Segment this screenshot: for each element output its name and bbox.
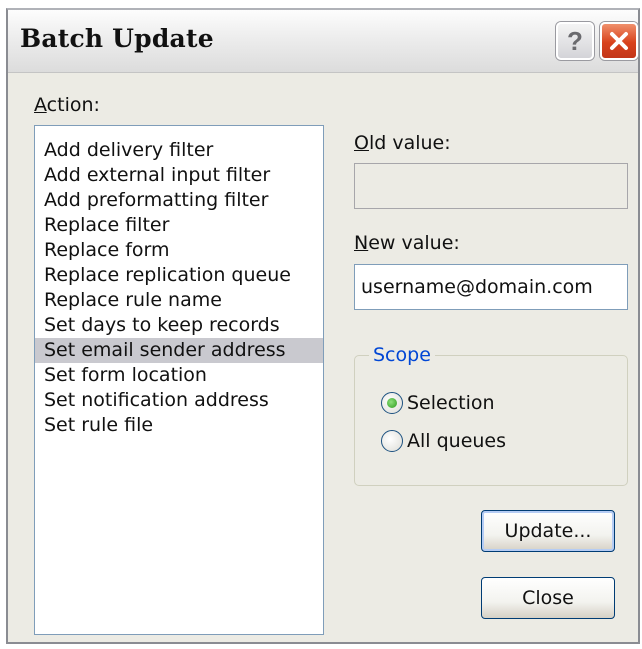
old-value-field — [354, 163, 628, 209]
close-button[interactable]: Close — [481, 577, 615, 619]
new-value-field[interactable]: username@domain.com — [354, 264, 628, 310]
scope-option-label: All queues — [407, 430, 507, 452]
radio-unselected-icon[interactable] — [381, 430, 403, 452]
old-value-label: Old value: — [354, 132, 451, 154]
action-list-item[interactable]: Set email sender address — [35, 338, 323, 363]
scope-radio-all-queues[interactable]: All queues — [381, 428, 506, 454]
batch-update-dialog: Batch Update ? Action: Add delivery filt… — [6, 8, 640, 644]
title-bar[interactable]: Batch Update ? — [8, 10, 638, 73]
action-list-item[interactable]: Add delivery filter — [35, 138, 323, 163]
action-list-item[interactable]: Add external input filter — [35, 163, 323, 188]
update-button[interactable]: Update... — [481, 510, 615, 552]
action-list-item[interactable]: Set days to keep records — [35, 313, 323, 338]
action-list-item[interactable]: Replace filter — [35, 213, 323, 238]
action-list-item[interactable]: Replace form — [35, 238, 323, 263]
scope-radio-selection[interactable]: Selection — [381, 390, 495, 416]
action-list-item[interactable]: Set notification address — [35, 388, 323, 413]
scope-option-label: Selection — [407, 392, 495, 414]
help-button[interactable]: ? — [556, 22, 594, 60]
action-listbox[interactable]: Add delivery filter Add external input fi… — [34, 125, 324, 635]
action-label: Action: — [34, 94, 100, 116]
action-list-item[interactable]: Add preformatting filter — [35, 188, 323, 213]
radio-selected-icon[interactable] — [381, 392, 403, 414]
help-icon: ? — [567, 25, 583, 56]
action-list-item[interactable]: Replace rule name — [35, 288, 323, 313]
action-list-item[interactable]: Replace replication queue — [35, 263, 323, 288]
dialog-title: Batch Update — [20, 24, 214, 53]
scope-legend: Scope — [369, 344, 435, 366]
title-close-button[interactable] — [600, 22, 638, 60]
action-list-item[interactable]: Set rule file — [35, 413, 323, 438]
close-x-icon — [610, 32, 628, 50]
new-value-label: New value: — [354, 232, 460, 254]
action-list-item[interactable]: Set form location — [35, 363, 323, 388]
scope-group: Scope Selection All queues — [354, 344, 628, 486]
